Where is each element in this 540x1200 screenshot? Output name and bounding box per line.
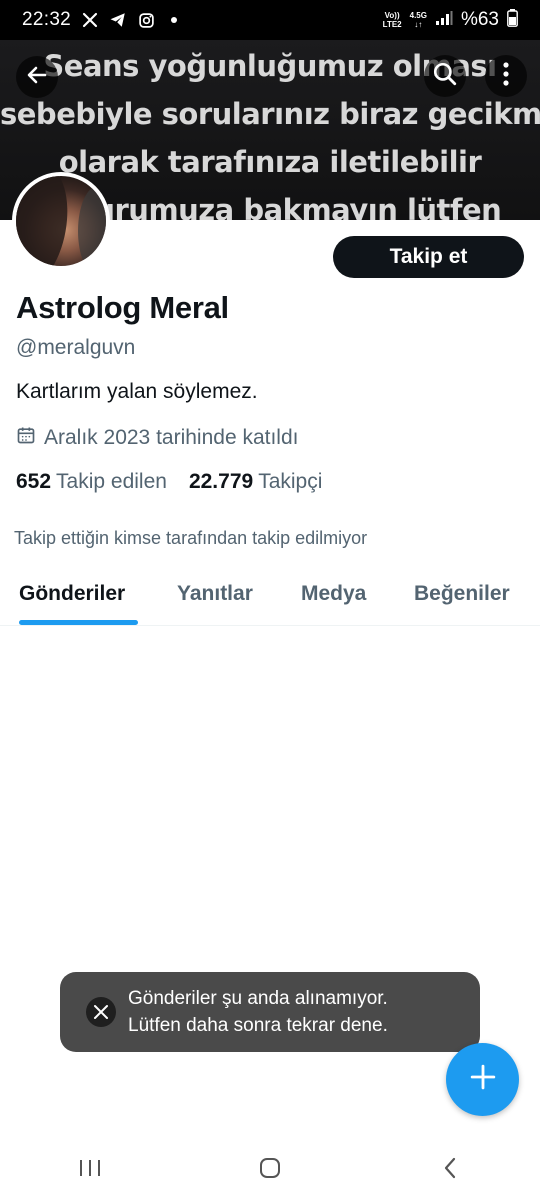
tab-likes[interactable]: Beğeniler xyxy=(414,582,510,606)
profile-bio: Kartlarım yalan söylemez. xyxy=(16,380,258,403)
search-icon xyxy=(432,61,458,92)
more-notifications-dot-icon xyxy=(165,11,183,29)
volte-top: Vo)) xyxy=(384,11,400,20)
recent-apps-icon xyxy=(78,1158,102,1183)
telegram-notification-icon xyxy=(109,11,127,29)
more-vertical-icon xyxy=(503,61,509,91)
volte-indicator: Vo)) LTE2 xyxy=(383,11,402,29)
status-left: 22:32 xyxy=(22,9,183,31)
tab-posts[interactable]: Gönderiler xyxy=(19,582,125,606)
following-label: Takip edilen xyxy=(56,470,167,493)
toast-line: Gönderiler şu anda alınamıyor. xyxy=(128,988,388,1009)
profile-handle: @meralguvn xyxy=(16,336,136,359)
network-indicator: 4.5G ↓↑ xyxy=(410,11,427,29)
plus-icon xyxy=(470,1064,496,1095)
battery-percent: %63 xyxy=(460,9,499,30)
data-arrows-icon: ↓↑ xyxy=(414,20,423,29)
status-time: 22:32 xyxy=(22,9,72,30)
volte-bottom: LTE2 xyxy=(382,20,402,29)
home-icon xyxy=(259,1157,281,1184)
instagram-notification-icon xyxy=(137,11,155,29)
toast-message: Gönderiler şu anda alınamıyor. Lütfen da… xyxy=(128,985,388,1039)
battery-icon xyxy=(507,8,518,32)
followers-link[interactable]: 22.779 Takipçi xyxy=(189,470,322,494)
back-button[interactable] xyxy=(16,56,58,98)
following-count: 652 xyxy=(16,470,52,493)
calendar-icon xyxy=(16,425,36,451)
recent-apps-button[interactable] xyxy=(60,1145,120,1195)
status-bar: 22:32 Vo)) LTE2 4.5G ↓↑ %63 xyxy=(0,0,540,40)
banner-line: sebebiyle sorularınız biraz gecikmeli xyxy=(0,97,540,131)
avatar[interactable] xyxy=(12,172,110,270)
x-logo-icon xyxy=(86,997,116,1027)
profile-stats: 652 Takip edilen 22.779 Takipçi xyxy=(16,470,322,494)
avatar-image-detail xyxy=(16,176,76,266)
active-tab-indicator xyxy=(19,620,138,625)
toast-line: Lütfen daha sonra tekrar dene. xyxy=(128,1015,388,1036)
followers-label: Takipçi xyxy=(258,470,323,493)
status-right: Vo)) LTE2 4.5G ↓↑ %63 xyxy=(383,8,518,32)
profile-name: Astrolog Meral xyxy=(16,290,229,325)
back-nav-button[interactable] xyxy=(420,1145,480,1195)
signal-icon xyxy=(435,10,453,31)
avatar-image-detail xyxy=(78,186,106,266)
system-navigation-bar xyxy=(0,1140,540,1200)
profile-tabs: Gönderiler Yanıtlar Medya Beğeniler xyxy=(0,568,540,626)
following-link[interactable]: 652 Takip edilen xyxy=(16,470,167,494)
chevron-left-icon xyxy=(443,1157,457,1184)
follow-button[interactable]: Takip et xyxy=(333,236,524,278)
search-button[interactable] xyxy=(424,55,466,97)
home-button[interactable] xyxy=(240,1145,300,1195)
arrow-left-icon xyxy=(25,63,49,92)
x-notification-icon xyxy=(81,11,99,29)
compose-button[interactable] xyxy=(446,1043,519,1116)
tab-replies[interactable]: Yanıtlar xyxy=(177,582,253,606)
joined-date: Aralık 2023 tarihinde katıldı xyxy=(16,425,298,451)
network-type: 4.5G xyxy=(409,11,427,20)
followed-by-notice: Takip ettiğin kimse tarafından takip edi… xyxy=(14,528,368,548)
error-toast: Gönderiler şu anda alınamıyor. Lütfen da… xyxy=(60,972,480,1052)
joined-text: Aralık 2023 tarihinde katıldı xyxy=(44,426,299,449)
more-options-button[interactable] xyxy=(485,55,527,97)
tab-media[interactable]: Medya xyxy=(301,582,366,606)
followers-count: 22.779 xyxy=(188,470,254,493)
